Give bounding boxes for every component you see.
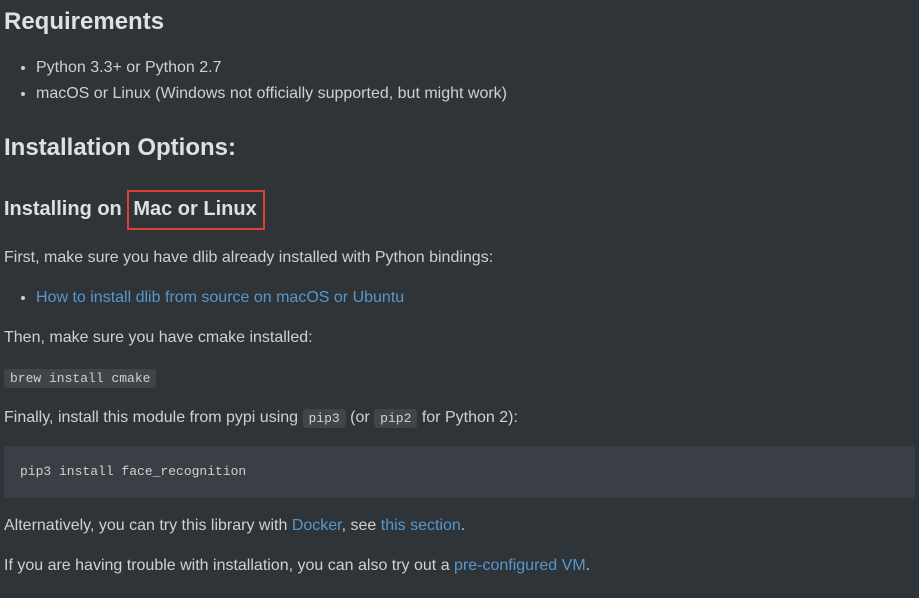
highlighted-text: Mac or Linux [127,190,264,230]
inline-code-pip2: pip2 [374,409,417,428]
list-item: Python 3.3+ or Python 2.7 [36,56,915,80]
dlib-link-list: How to install dlib from source on macOS… [4,286,915,310]
text-suffix: for Python 2): [417,409,518,426]
paragraph-docker: Alternatively, you can try this library … [4,514,915,538]
requirements-heading: Requirements [4,4,915,40]
link-docker[interactable]: Docker [292,517,342,534]
paragraph-pip-install: Finally, install this module from pypi u… [4,406,915,430]
installing-mac-linux-heading: Installing on Mac or Linux [4,190,915,230]
list-item: macOS or Linux (Windows not officially s… [36,82,915,106]
inline-code: brew install cmake [4,369,156,388]
text-prefix: Finally, install this module from pypi u… [4,409,303,426]
code-block-pip-install: pip3 install face_recognition [4,446,915,498]
text-prefix: Alternatively, you can try this library … [4,517,292,534]
paragraph-dlib-intro: First, make sure you have dlib already i… [4,246,915,270]
text-suffix: . [461,517,465,534]
code-brew-install: brew install cmake [4,366,915,390]
list-item: How to install dlib from source on macOS… [36,286,915,310]
paragraph-vm: If you are having trouble with installat… [4,554,915,578]
paragraph-cmake-intro: Then, make sure you have cmake installed… [4,326,915,350]
link-this-section[interactable]: this section [381,517,461,534]
installation-options-heading: Installation Options: [4,130,915,166]
heading-text-prefix: Installing on [4,198,127,220]
text-mid: , see [342,517,381,534]
text-mid: (or [346,409,374,426]
requirements-list: Python 3.3+ or Python 2.7 macOS or Linux… [4,56,915,106]
link-dlib-install[interactable]: How to install dlib from source on macOS… [36,289,404,306]
inline-code-pip3: pip3 [303,409,346,428]
